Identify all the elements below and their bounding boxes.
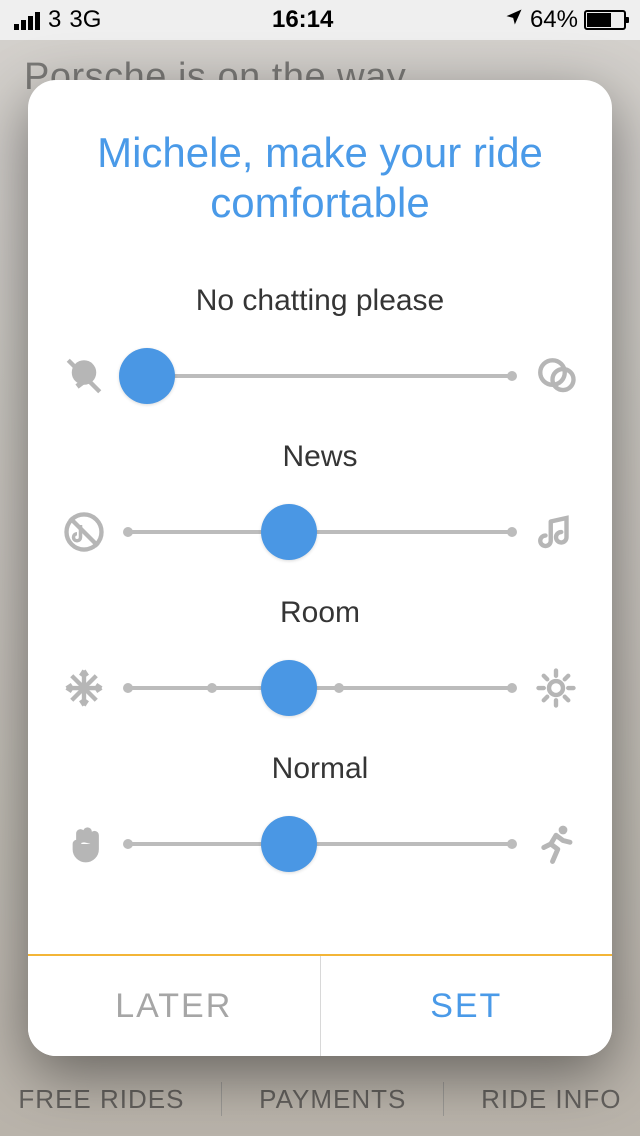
tab-free-rides[interactable]: FREE RIDES (18, 1084, 184, 1115)
comfort-modal: Michele, make your ride comfortable No c… (28, 80, 612, 1056)
set-button[interactable]: SET (321, 956, 613, 1056)
network-label: 3G (69, 6, 101, 34)
tab-payments[interactable]: PAYMENTS (259, 1084, 406, 1115)
sun-icon (528, 660, 584, 716)
tab-separator (443, 1082, 444, 1116)
bottom-tab-bar: FREE RIDES PAYMENTS RIDE INFO (0, 1082, 640, 1116)
tab-separator (221, 1082, 222, 1116)
slider-tick (123, 683, 133, 693)
slider[interactable] (128, 816, 512, 872)
slider-tick (123, 839, 133, 849)
preference-label: Normal (56, 752, 584, 786)
preference-label: No chatting please (56, 284, 584, 318)
location-icon (504, 6, 524, 34)
slider[interactable] (128, 504, 512, 560)
signal-icon (14, 10, 40, 30)
slider-tick (123, 527, 133, 537)
running-icon (528, 816, 584, 872)
preference-row: News (56, 440, 584, 560)
hand-icon (56, 816, 112, 872)
preference-row: No chatting please (56, 284, 584, 404)
slider-tick (207, 683, 217, 693)
slider-thumb[interactable] (261, 660, 317, 716)
no-music-icon (56, 504, 112, 560)
carrier-label: 3 (48, 6, 61, 34)
status-bar: 3 3G 16:14 64% (0, 0, 640, 40)
slider-tick (507, 839, 517, 849)
slider-tick (507, 371, 517, 381)
preference-row: Normal (56, 752, 584, 872)
modal-title: Michele, make your ride comfortable (56, 128, 584, 229)
preference-label: News (56, 440, 584, 474)
battery-percent: 64% (530, 6, 578, 34)
slider-thumb[interactable] (261, 504, 317, 560)
slider-tick (334, 683, 344, 693)
slider[interactable] (128, 660, 512, 716)
modal-actions: LATER SET (28, 956, 612, 1056)
slider[interactable] (128, 348, 512, 404)
no-chat-icon (56, 348, 112, 404)
music-icon (528, 504, 584, 560)
snowflake-icon (56, 660, 112, 716)
preference-row: Room (56, 596, 584, 716)
battery-icon (584, 10, 626, 30)
chat-icon (528, 348, 584, 404)
slider-tick (507, 527, 517, 537)
tab-ride-info[interactable]: RIDE INFO (481, 1084, 621, 1115)
clock: 16:14 (272, 6, 333, 34)
later-button[interactable]: LATER (28, 956, 321, 1056)
slider-thumb[interactable] (261, 816, 317, 872)
preference-label: Room (56, 596, 584, 630)
slider-tick (507, 683, 517, 693)
slider-thumb[interactable] (119, 348, 175, 404)
